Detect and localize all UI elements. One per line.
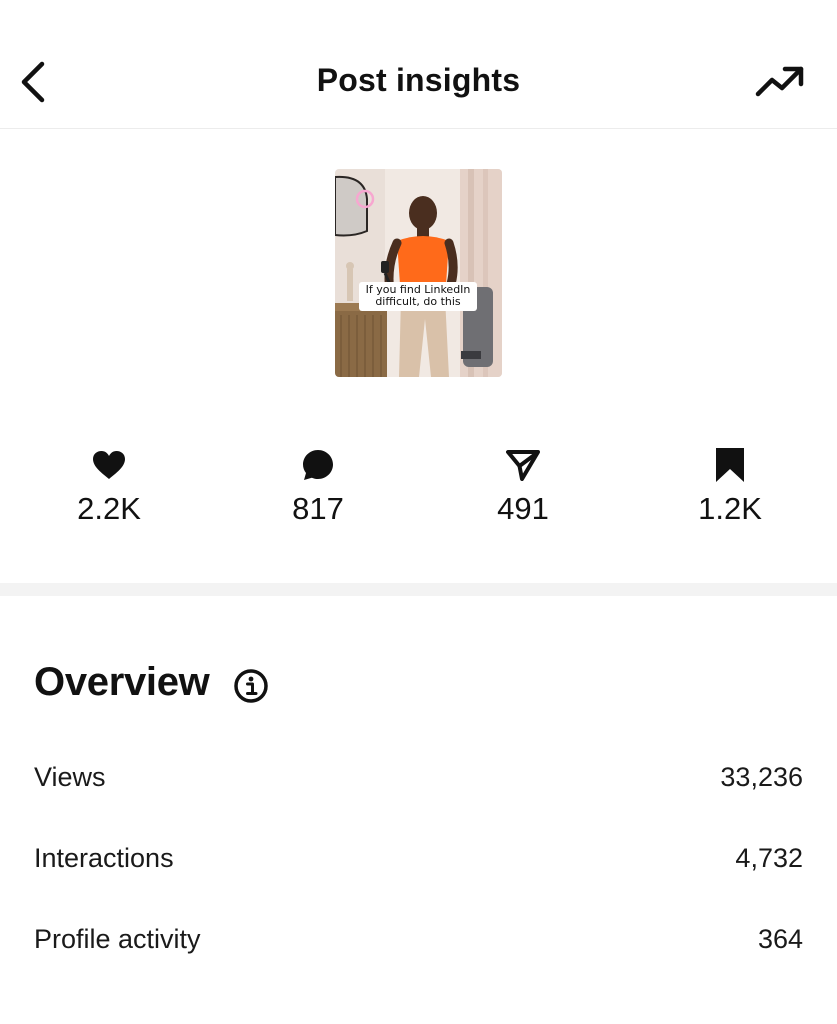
profile-activity-label: Profile activity — [34, 924, 201, 954]
post-thumbnail[interactable]: If you find LinkedIn difficult, do this — [335, 169, 502, 377]
comments-count: 817 — [292, 491, 344, 526]
likes-count: 2.2K — [77, 491, 141, 526]
section-divider — [0, 583, 837, 596]
overview-row-interactions[interactable]: Interactions 4,732 — [34, 843, 803, 883]
page-title: Post insights — [316, 62, 521, 98]
trending-up-icon — [755, 66, 804, 97]
top-bar: Post insights — [0, 0, 837, 129]
trends-button[interactable] — [755, 62, 807, 102]
overview-row-profile-activity[interactable]: Profile activity 364 — [34, 924, 803, 964]
comments-stat[interactable]: 817 — [238, 445, 398, 527]
heart-icon — [93, 451, 125, 479]
views-value: 33,236 — [720, 762, 803, 792]
overview-row-views[interactable]: Views 33,236 — [34, 762, 803, 802]
post-image — [335, 169, 502, 377]
shares-stat[interactable]: 491 — [443, 445, 603, 527]
overview-heading: Overview — [34, 660, 210, 704]
paper-plane-icon — [506, 450, 540, 481]
comment-bubble-icon — [303, 450, 333, 480]
interactions-value: 4,732 — [735, 843, 803, 873]
post-caption: If you find LinkedIn difficult, do this — [359, 282, 477, 311]
views-label: Views — [34, 762, 106, 792]
bookmark-icon — [716, 448, 744, 482]
likes-stat[interactable]: 2.2K — [29, 445, 189, 527]
shares-count: 491 — [497, 491, 549, 526]
interactions-label: Interactions — [34, 843, 174, 873]
profile-activity-value: 364 — [757, 924, 803, 954]
overview-info-button[interactable] — [233, 668, 269, 704]
saves-stat[interactable]: 1.2K — [650, 445, 810, 527]
saves-count: 1.2K — [698, 491, 762, 526]
info-icon — [234, 669, 268, 703]
